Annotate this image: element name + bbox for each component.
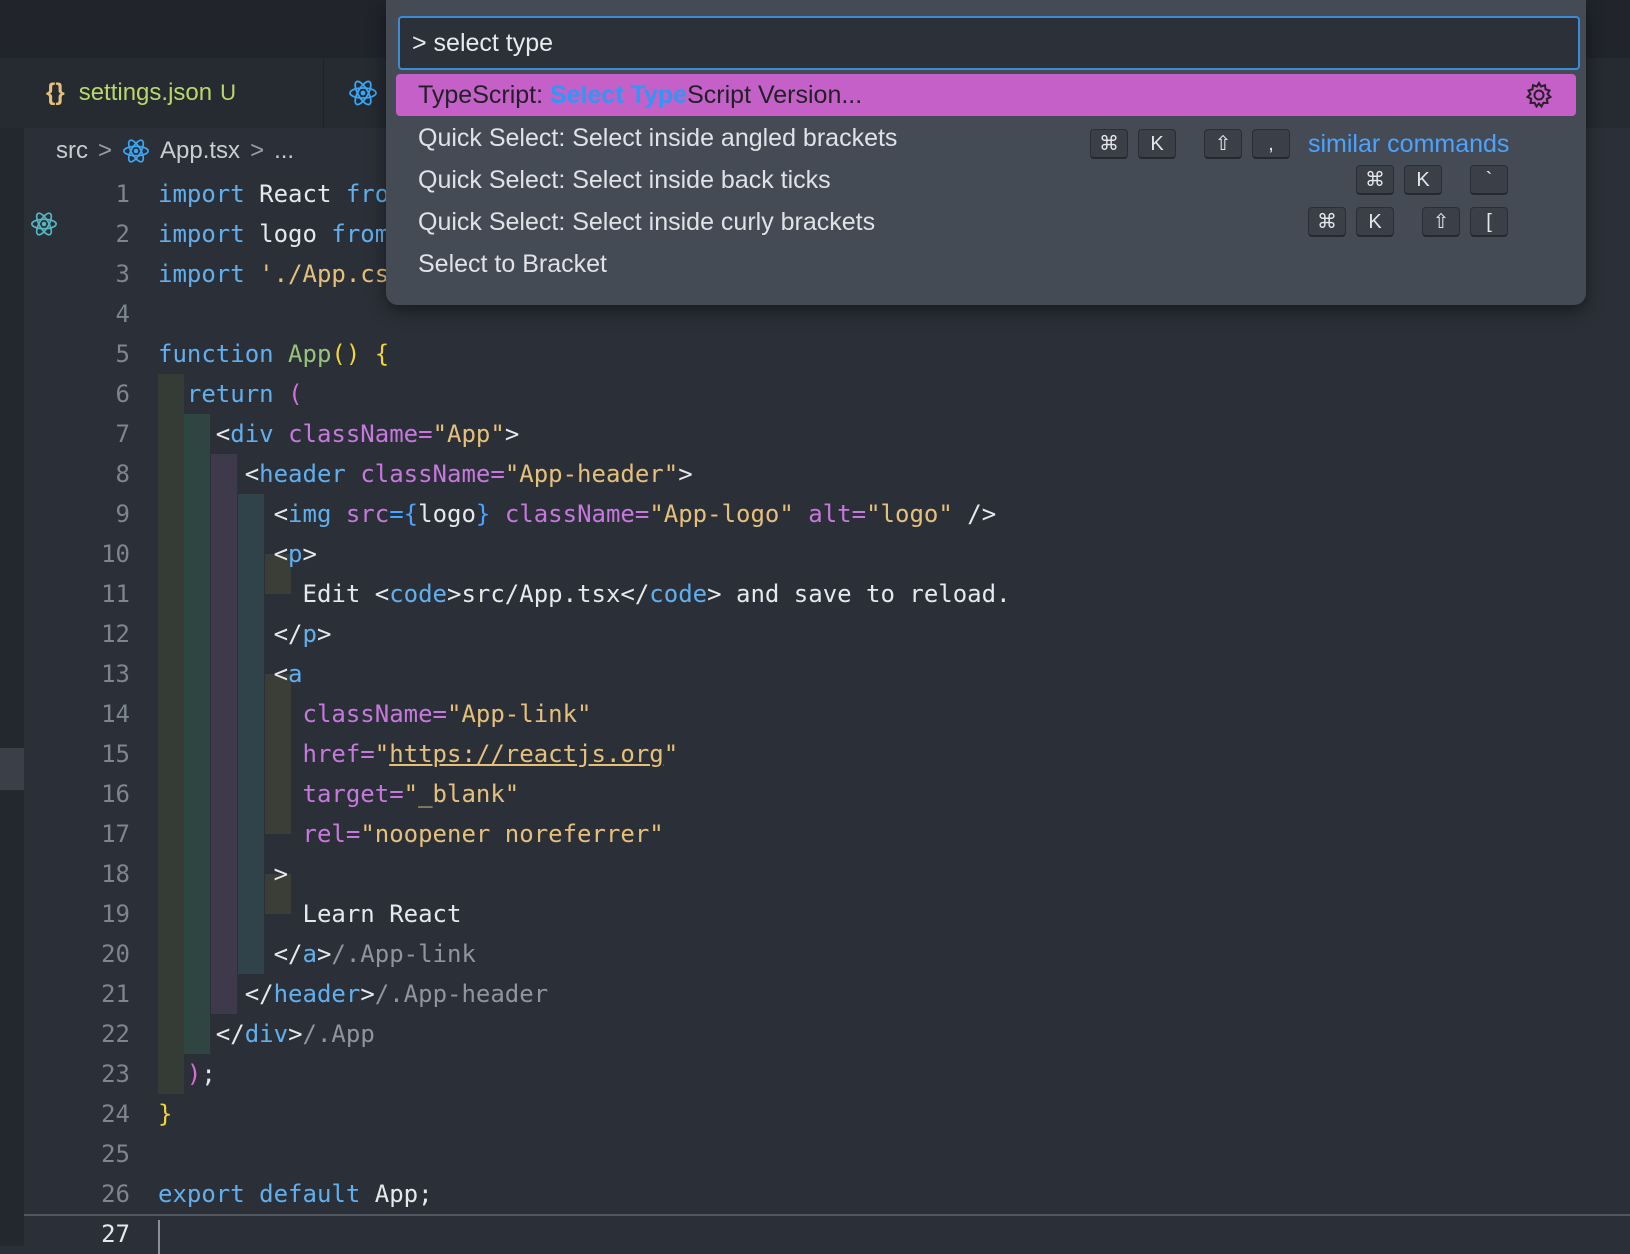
code-line: 18 >: [101, 860, 289, 888]
item-label: Quick Select: Select inside back ticks: [418, 166, 831, 194]
code-line: 8 <header className="App-header">: [115, 460, 693, 488]
chevron-right-icon: >: [98, 137, 113, 164]
key-backtick: `: [1470, 165, 1508, 195]
key-cmd: ⌘: [1356, 165, 1394, 195]
palette-item-select-to-bracket[interactable]: Select to Bracket: [396, 243, 1576, 285]
modified-badge: U: [220, 80, 236, 105]
item-label: Quick Select: Select inside curly bracke…: [418, 208, 876, 236]
palette-item-select-back-ticks[interactable]: Quick Select: Select inside back ticks ⌘…: [396, 159, 1576, 201]
activity-strip: [0, 128, 24, 1246]
key-k: K: [1404, 165, 1442, 195]
code-line: 24 }: [101, 1100, 173, 1128]
code-line: 10 <p>: [101, 540, 317, 568]
key-k: K: [1138, 129, 1176, 159]
code-line: 26 export default App;: [101, 1180, 433, 1208]
item-label-prefix: TypeScript:: [418, 81, 550, 109]
keybinding: ⌘ K `: [1356, 165, 1508, 195]
code-line: 11 Edit <code>src/App.tsx</code> and sav…: [101, 580, 1011, 608]
react-icon: [349, 80, 377, 106]
breadcrumb-file[interactable]: App.tsx: [160, 137, 240, 165]
code-editor[interactable]: 1 import React fro 2 import logo from 3 …: [24, 174, 1630, 1254]
palette-item-select-angled-brackets[interactable]: Quick Select: Select inside angled brack…: [396, 117, 1576, 159]
key-shift: ⇧: [1422, 207, 1460, 237]
tab-settings-json[interactable]: {} settings.json U: [24, 58, 324, 128]
item-label: Select to Bracket: [418, 250, 607, 278]
braces-icon: {}: [46, 79, 65, 106]
keybinding: ⌘ K ⇧ [: [1308, 207, 1508, 237]
key-bracket: [: [1470, 207, 1508, 237]
code-line: 17 rel="noopener noreferrer": [101, 820, 664, 848]
code-line: 15 href="https://reactjs.org": [101, 740, 679, 768]
key-k: K: [1356, 207, 1394, 237]
code-line: 23 );: [101, 1060, 216, 1088]
palette-item-select-curly-brackets[interactable]: Quick Select: Select inside curly bracke…: [396, 201, 1576, 243]
code-line: 21 </header>/.App-header: [101, 980, 549, 1008]
gear-icon[interactable]: [1524, 80, 1554, 110]
url-link[interactable]: https://reactjs.org: [389, 740, 664, 768]
chevron-right-icon: >: [250, 137, 265, 164]
code-line: 13 <a: [101, 660, 303, 688]
code-line: 22 </div>/.App: [101, 1020, 375, 1048]
code-line: 6 return (: [115, 380, 303, 408]
tab-label: settings.json: [78, 79, 213, 106]
command-palette-input[interactable]: [398, 16, 1580, 70]
command-palette: TypeScript: Select TypeScript Version...…: [386, 0, 1586, 305]
item-label: Quick Select: Select inside angled brack…: [418, 124, 898, 152]
code-line: 12 </p>: [101, 620, 332, 648]
code-line: 16 target="_blank": [101, 780, 520, 808]
code-line: 5 function App() {: [115, 340, 390, 368]
breadcrumb-symbol[interactable]: ...: [274, 137, 294, 165]
breadcrumb-folder[interactable]: src: [56, 137, 88, 165]
key-comma: ,: [1252, 129, 1290, 159]
item-label-match: Select Type: [550, 81, 688, 109]
code-line: 7 <div className="App">: [115, 420, 520, 448]
react-icon: [123, 139, 149, 163]
key-cmd: ⌘: [1308, 207, 1346, 237]
item-label-suffix: Script Version...: [687, 81, 863, 109]
key-shift: ⇧: [1204, 129, 1242, 159]
code-line: 20 </a>/.App-link: [101, 940, 476, 968]
code-line: 9 <img src={logo} className="App-logo" a…: [115, 500, 997, 528]
key-cmd: ⌘: [1090, 129, 1128, 159]
code-line: 19 Learn React: [101, 900, 462, 928]
palette-item-typescript-select-version[interactable]: TypeScript: Select TypeScript Version...: [396, 74, 1576, 116]
code-line: 25: [101, 1140, 130, 1168]
code-line: 27: [101, 1220, 130, 1248]
code-line: 14 className="App-link": [101, 700, 592, 728]
